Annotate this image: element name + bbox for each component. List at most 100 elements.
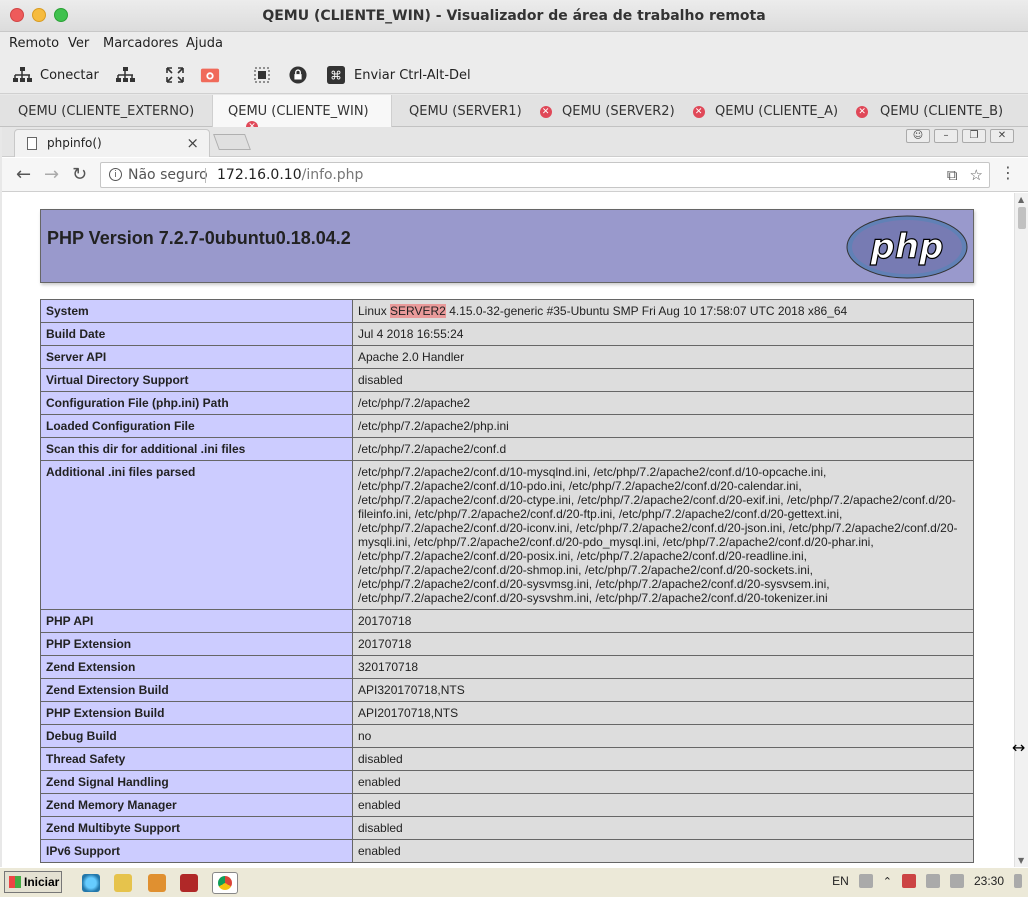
url-text[interactable]: 172.16.0.10/info.php [217, 167, 363, 183]
row-key: PHP API [40, 609, 353, 633]
security-label[interactable]: Não seguro [128, 167, 208, 183]
network-status-icon[interactable] [925, 874, 940, 888]
connect-button[interactable]: Conectar [12, 66, 99, 84]
show-desktop-button[interactable] [1014, 874, 1022, 888]
menu-ver[interactable]: Ver [68, 36, 89, 51]
table-row: Server API Apache 2.0 Handler [40, 345, 974, 369]
chevron-up-icon[interactable]: ⌃ [883, 875, 892, 888]
new-tab-button[interactable] [213, 134, 251, 150]
volume-icon[interactable] [949, 874, 964, 888]
table-row: PHP Extension 20170718 [40, 632, 974, 656]
table-row: Thread Safety disabled [40, 747, 974, 771]
table-row: Zend Extension Build API320170718,NTS [40, 678, 974, 702]
row-value: Linux SERVER2 4.15.0-32-generic #35-Ubun… [352, 299, 974, 323]
close-icon[interactable]: × [186, 134, 199, 152]
viewer-tabbar: QEMU (CLIENTE_EXTERNO)✕ QEMU (CLIENTE_WI… [0, 95, 1028, 133]
row-value: API320170718,NTS [352, 678, 974, 702]
tab-cliente-a[interactable]: QEMU (CLIENTE_A) ✕ [715, 95, 869, 127]
tab-cliente-b[interactable]: QEMU (CLIENTE_B) [880, 95, 1003, 127]
scroll-up-icon[interactable]: ▲ [1018, 195, 1024, 204]
row-value: Jul 4 2018 16:55:24 [352, 322, 974, 346]
page-scrollbar[interactable]: ▲ ▼ [1014, 193, 1028, 867]
tab-label: QEMU (SERVER1) [409, 104, 522, 119]
tab-label: QEMU (CLIENTE_WIN) [228, 104, 369, 119]
row-value: disabled [352, 816, 974, 840]
url-path: /info.php [301, 167, 364, 183]
menu-ajuda[interactable]: Ajuda [186, 36, 223, 51]
close-icon[interactable]: ✕ [990, 129, 1014, 143]
table-row: Zend Memory Manager enabled [40, 793, 974, 817]
browser-window-controls: ☺ – ❐ ✕ [906, 129, 1014, 143]
send-ctrl-alt-del-button[interactable]: ⌘ Enviar Ctrl-Alt-Del [326, 66, 471, 84]
row-value: API20170718,NTS [352, 701, 974, 725]
app-icon[interactable] [180, 874, 198, 892]
address-bar[interactable]: i Não seguro 172.16.0.10/info.php ⧉ ☆ [100, 162, 990, 188]
row-value: 20170718 [352, 632, 974, 656]
row-value: Apache 2.0 Handler [352, 345, 974, 369]
star-icon[interactable]: ☆ [970, 166, 983, 184]
table-row: PHP Extension Build API20170718,NTS [40, 701, 974, 725]
row-key: Zend Memory Manager [40, 793, 353, 817]
start-label: Iniciar [24, 875, 60, 889]
tab-server1[interactable]: QEMU (SERVER1) ✕ [409, 95, 552, 127]
close-icon[interactable]: ✕ [539, 106, 552, 118]
divider [205, 168, 206, 183]
translate-icon[interactable]: ⧉ [947, 166, 958, 184]
row-key: Zend Signal Handling [40, 770, 353, 794]
table-row: System Linux SERVER2 4.15.0-32-generic #3… [40, 299, 974, 323]
profile-icon[interactable]: ☺ [906, 129, 930, 143]
row-value: enabled [352, 770, 974, 794]
close-icon[interactable]: ✕ [692, 106, 705, 118]
row-value: disabled [352, 747, 974, 771]
url-host: 172.16.0.10 [217, 167, 302, 183]
info-icon[interactable]: i [109, 168, 122, 181]
svg-text:php: php [870, 227, 944, 267]
scroll-thumb[interactable] [1018, 207, 1026, 229]
row-value: 320170718 [352, 655, 974, 679]
row-value: enabled [352, 793, 974, 817]
language-indicator[interactable]: EN [832, 874, 849, 888]
row-value: 20170718 [352, 609, 974, 633]
start-button[interactable]: Iniciar [4, 871, 62, 893]
close-icon[interactable]: ✕ [856, 106, 869, 118]
row-value: /etc/php/7.2/apache2 [352, 391, 974, 415]
fullscreen-button[interactable] [165, 66, 185, 84]
page-viewport[interactable]: PHP Version 7.2.7-0ubuntu0.18.04.2 php S… [2, 193, 1014, 867]
chrome-taskbar-button[interactable] [212, 872, 238, 894]
row-key: Debug Build [40, 724, 353, 748]
menu-marcadores[interactable]: Marcadores [103, 36, 178, 51]
php-version-title: PHP Version 7.2.7-0ubuntu0.18.04.2 [47, 228, 351, 248]
network-button[interactable] [115, 66, 135, 84]
tab-label: QEMU (SERVER2) [562, 104, 675, 119]
toolbar: Conectar ⌘ Enviar Ctrl-Alt-Del [0, 56, 1028, 94]
forward-icon[interactable]: → [44, 164, 59, 185]
minimize-icon[interactable]: – [934, 129, 958, 143]
menu-icon[interactable]: ⋮ [1000, 163, 1016, 182]
tab-cliente-win[interactable]: QEMU (CLIENTE_WIN)✕ [212, 95, 392, 133]
scroll-down-icon[interactable]: ▼ [1018, 856, 1024, 865]
folder-icon[interactable] [114, 874, 132, 892]
row-key: Virtual Directory Support [40, 368, 353, 392]
security-alert-icon[interactable] [901, 874, 916, 888]
send-ctrl-alt-del-label: Enviar Ctrl-Alt-Del [354, 67, 471, 83]
system-suffix: 4.15.0-32-generic #35-Ubuntu SMP Fri Aug… [449, 304, 848, 318]
guest-screen[interactable]: phpinfo() × ☺ – ❐ ✕ ← → ↻ i Não seguro 1… [2, 127, 1028, 867]
restore-icon[interactable]: ❐ [962, 129, 986, 143]
row-key: Server API [40, 345, 353, 369]
browser-tab[interactable]: phpinfo() × [14, 129, 210, 157]
tab-label: QEMU (CLIENTE_B) [880, 104, 1004, 119]
table-row: Additional .ini files parsed/etc/php/7.2… [40, 460, 974, 610]
media-player-icon[interactable] [148, 874, 166, 892]
tab-cliente-externo[interactable]: QEMU (CLIENTE_EXTERNO)✕ [18, 95, 225, 127]
address-toolbar: ← → ↻ i Não seguro 172.16.0.10/info.php … [2, 158, 1028, 192]
screenshot-button[interactable] [200, 66, 220, 84]
lock-button[interactable] [288, 66, 308, 84]
keyboard-icon[interactable] [858, 874, 873, 888]
tab-server2[interactable]: QEMU (SERVER2) ✕ [562, 95, 705, 127]
back-icon[interactable]: ← [16, 164, 31, 185]
reload-icon[interactable]: ↻ [72, 164, 87, 185]
clock[interactable]: 23:30 [974, 874, 1004, 888]
usb-button[interactable] [252, 66, 272, 84]
menu-remoto[interactable]: Remoto [9, 36, 59, 51]
ie-icon[interactable] [82, 874, 100, 892]
